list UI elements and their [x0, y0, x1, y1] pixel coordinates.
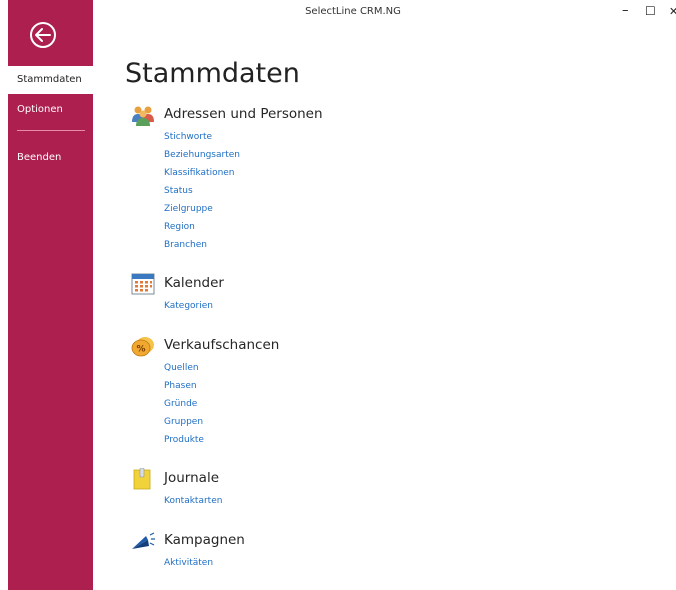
sidebar-item-stammdaten[interactable]: Stammdaten	[8, 66, 93, 94]
link-gruppen[interactable]: Gruppen	[164, 413, 204, 431]
section-title: Kalender	[164, 275, 224, 291]
link-produkte[interactable]: Produkte	[164, 431, 204, 449]
close-button[interactable]: ✕	[669, 5, 676, 18]
section-title: Journale	[164, 470, 219, 486]
link-phasen[interactable]: Phasen	[164, 377, 204, 395]
sidebar-divider	[17, 130, 85, 131]
calendar-icon	[131, 273, 155, 295]
maximize-button[interactable]: ☐	[645, 4, 656, 18]
window-edge	[0, 0, 8, 590]
link-gruende[interactable]: Gründe	[164, 395, 204, 413]
link-kontaktarten[interactable]: Kontaktarten	[164, 492, 222, 510]
back-button[interactable]	[30, 22, 56, 48]
link-branchen[interactable]: Branchen	[164, 236, 240, 254]
minimize-button[interactable]: –	[622, 3, 629, 18]
percent-coin-icon: %	[131, 337, 154, 357]
sidebar: Stammdaten Optionen Beenden	[8, 0, 93, 590]
link-quellen[interactable]: Quellen	[164, 359, 204, 377]
link-kategorien[interactable]: Kategorien	[164, 297, 213, 315]
sidebar-item-optionen[interactable]: Optionen	[8, 96, 93, 124]
megaphone-icon	[132, 532, 155, 549]
link-status[interactable]: Status	[164, 182, 240, 200]
window-title: SelectLine CRM.NG	[305, 6, 401, 17]
journal-icon	[133, 468, 151, 490]
link-stichworte[interactable]: Stichworte	[164, 128, 240, 146]
section-title: Adressen und Personen	[164, 106, 323, 122]
link-klassifikationen[interactable]: Klassifikationen	[164, 164, 240, 182]
link-aktivitaeten[interactable]: Aktivitäten	[164, 554, 213, 572]
arrow-left-icon	[35, 28, 51, 42]
link-region[interactable]: Region	[164, 218, 240, 236]
link-zielgruppe[interactable]: Zielgruppe	[164, 200, 240, 218]
section-title: Kampagnen	[164, 532, 245, 548]
link-beziehungsarten[interactable]: Beziehungsarten	[164, 146, 240, 164]
sidebar-item-beenden[interactable]: Beenden	[8, 144, 93, 172]
section-title: Verkaufschancen	[164, 337, 280, 353]
svg-text:%: %	[136, 345, 145, 355]
page-title: Stammdaten	[125, 58, 300, 89]
people-icon	[132, 106, 154, 126]
